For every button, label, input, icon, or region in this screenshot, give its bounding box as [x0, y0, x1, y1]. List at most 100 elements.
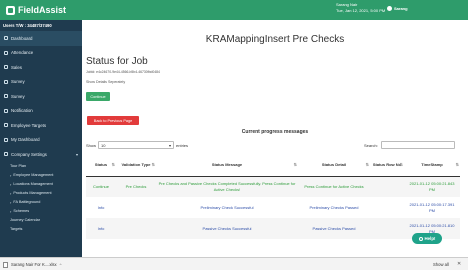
user-avatar-icon[interactable] — [387, 6, 392, 11]
cell-detail: Press Continue for Active Checks — [298, 176, 370, 197]
survey-icon — [4, 94, 8, 99]
table-header-row: Status ⇅ Validation Type ⇅ Status Message ⇅… — [86, 154, 460, 177]
settings-icon — [4, 152, 8, 157]
header-label: Validation Type — [121, 162, 151, 168]
file-icon — [3, 261, 8, 268]
sidebar-item-label: Employee Targets — [11, 122, 47, 128]
subitem-label: Products Management — [13, 191, 52, 195]
bell-icon — [4, 108, 8, 113]
user-menu[interactable]: Sarang — [394, 6, 408, 11]
sidebar-item-employee-targets[interactable]: Employee Targets — [0, 118, 82, 133]
app-logo[interactable]: FieldAssist — [0, 5, 66, 15]
brand-name: FieldAssist — [18, 5, 67, 15]
sidebar-item-attendance[interactable]: Attendance — [0, 46, 82, 61]
sidebar-item-notification[interactable]: Notification — [0, 104, 82, 119]
dashboard-icon — [4, 137, 8, 142]
entries-label: entries — [176, 142, 189, 148]
continue-button[interactable]: Continue — [86, 92, 110, 101]
table-row: Info Preliminary Check Successful Prelim… — [86, 197, 460, 218]
sidebar-item-company-settings[interactable]: Company Settings ▾ — [0, 147, 82, 162]
chevron-up-icon[interactable]: ^ — [60, 262, 62, 267]
chevron-right-icon: › — [10, 172, 12, 178]
header-label: Status Detail — [321, 162, 347, 168]
sidebar-item-label: Sales — [11, 64, 22, 70]
column-header-validation-type[interactable]: Validation Type ⇅ — [116, 154, 156, 177]
search-input[interactable] — [380, 141, 455, 149]
download-bar: Sarang Nair For K....xlsx ^ Show all ✕ — [0, 257, 468, 270]
chevron-right-icon: › — [10, 181, 12, 187]
subitem-label: FA Battleground — [13, 200, 41, 204]
download-item[interactable]: Sarang Nair For K....xlsx ^ — [3, 260, 62, 269]
job-id: JobId: e4c24670-9e44-4566-b5b4-46730fbd0… — [86, 70, 160, 74]
search-label: Search: — [364, 142, 378, 148]
back-to-previous-page-button[interactable]: Back to Previous Page — [87, 116, 139, 125]
help-label: Help! — [424, 236, 436, 241]
chevron-right-icon: › — [10, 199, 12, 205]
subitem-label: Tour Plan — [10, 164, 27, 168]
cell-status: Info — [97, 204, 105, 210]
sidebar-item-label: Company Settings — [11, 151, 47, 157]
show-all-button[interactable]: Show all — [433, 262, 449, 267]
sidebar-subitem-journey-calendar[interactable]: Journey Calendar — [0, 216, 82, 225]
sidebar-subitem-targets[interactable]: Targets — [0, 225, 82, 234]
sort-icon: ⇅ — [399, 162, 403, 167]
sidebar-item-label: My Dashboard — [11, 137, 40, 143]
close-icon[interactable]: ✕ — [457, 261, 461, 267]
column-header-status-message[interactable]: Status Message ⇅ — [156, 154, 298, 177]
cell-message: Passive Checks Successful — [156, 218, 298, 239]
column-header-status-detail[interactable]: Status Detail ⇅ — [298, 154, 370, 177]
help-icon — [418, 236, 423, 241]
subitem-label: Targets — [10, 227, 23, 231]
help-button[interactable]: Help! — [412, 233, 442, 244]
cell-validation-type — [116, 197, 156, 218]
main-content: KRAMappingInsert Pre Checks Status for J… — [82, 20, 468, 257]
cell-row-no — [370, 218, 404, 239]
column-header-status[interactable]: Status ⇅ — [86, 154, 116, 177]
subitem-label: Journey Calendar — [10, 218, 40, 222]
sidebar-subitem-schemes[interactable]: › Schemes — [0, 207, 82, 216]
cell-row-no — [370, 176, 404, 197]
sidebar-subitem-employee-management[interactable]: › Employee Management — [0, 171, 82, 180]
entries-select[interactable]: 10 ▾ — [98, 141, 175, 149]
cell-validation-type — [116, 218, 156, 239]
sidebar-item-dashboard[interactable]: Dashboard — [0, 31, 82, 46]
sidebar-subitem-locations-management[interactable]: › Locations Management — [0, 180, 82, 189]
sidebar-item-survey-2[interactable]: Survey — [0, 89, 82, 104]
job-title: Status for Job — [86, 56, 148, 67]
entries-value: 10 — [101, 143, 106, 148]
logo-icon — [6, 5, 15, 15]
cell-timestamp: 2021-01-12 05:00:21.843 PM — [404, 176, 460, 197]
sales-icon — [4, 65, 8, 70]
sidebar-subitem-tour-plan[interactable]: Tour Plan — [0, 162, 82, 171]
target-icon — [4, 123, 8, 128]
download-file-label: Sarang Nair For K....xlsx — [11, 262, 57, 267]
table-row: Info Passive Checks Successful Passive C… — [86, 218, 460, 239]
sidebar-item-survey[interactable]: Survey — [0, 75, 82, 90]
datetime-line: Tue, Jan 12, 2021, 5:00 PM — [336, 8, 386, 13]
cell-status: Continue — [86, 176, 116, 197]
sidebar-item-label: Dashboard — [11, 35, 33, 41]
sort-icon: ⇅ — [455, 162, 459, 167]
sidebar-subitem-fa-battleground[interactable]: › FA Battleground — [0, 198, 82, 207]
subitem-label: Schemes — [13, 209, 30, 213]
column-header-status-row-no[interactable]: Status Row No ⇅ — [370, 154, 404, 177]
sidebar-item-label: Attendance — [11, 50, 34, 56]
cell-validation-type: Pre Checks — [116, 176, 156, 197]
sidebar-subitem-products-management[interactable]: › Products Management — [0, 189, 82, 198]
cell-detail: Passive Checks Passed — [298, 218, 370, 239]
sidebar-item-sales[interactable]: Sales — [0, 60, 82, 75]
column-header-timestamp[interactable]: TimeStamp ⇅ — [404, 154, 460, 177]
sidebar-item-label: Notification — [11, 108, 33, 114]
chevron-down-icon: ▾ — [169, 143, 172, 148]
cell-detail: Preliminary Checks Passed — [309, 204, 359, 210]
cell-row-no — [370, 197, 404, 218]
sidebar-item-my-dashboard[interactable]: My Dashboard — [0, 133, 82, 148]
survey-icon — [4, 79, 8, 84]
users-count: Users T/W : 34487/37490 — [3, 23, 52, 28]
show-details-link[interactable]: Show Details Seperately — [86, 80, 125, 84]
header-label: TimeStamp — [421, 162, 443, 168]
cell-status: Info — [86, 218, 116, 239]
dashboard-icon — [4, 36, 8, 41]
subitem-label: Employee Management — [13, 173, 54, 177]
show-label: Show — [86, 142, 97, 148]
